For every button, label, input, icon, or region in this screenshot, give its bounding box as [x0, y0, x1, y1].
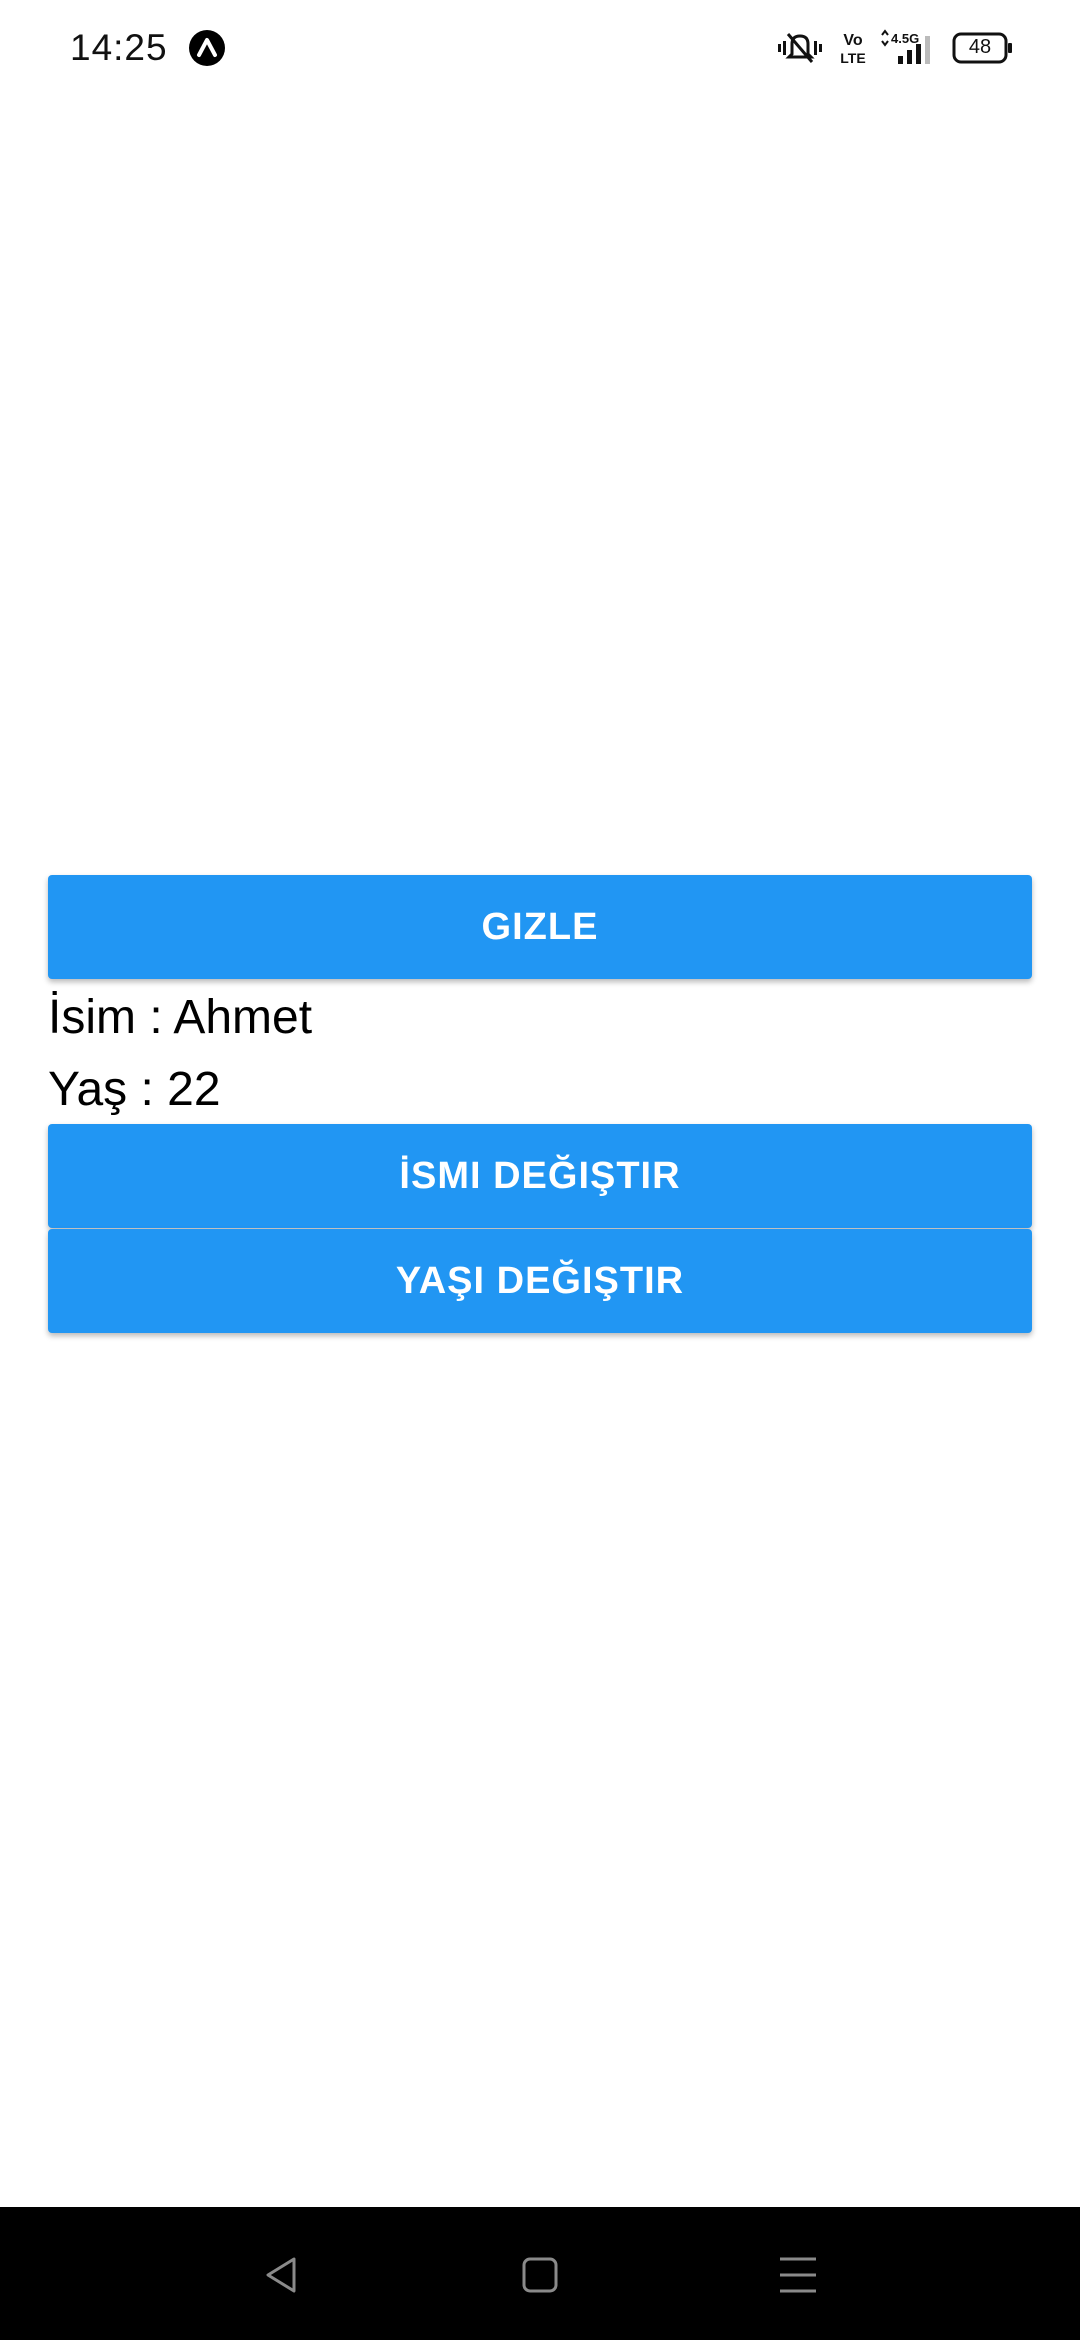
- svg-text:4.5G: 4.5G: [891, 31, 919, 46]
- hide-button[interactable]: GIZLE: [48, 875, 1032, 979]
- battery-level: 48: [968, 36, 992, 58]
- volte-icon: Vo LTE: [840, 32, 865, 66]
- back-icon[interactable]: [260, 2253, 304, 2297]
- navigation-bar: [0, 2207, 1080, 2340]
- change-age-button[interactable]: YAŞI DEĞIŞTIR: [48, 1229, 1032, 1333]
- home-icon[interactable]: [518, 2253, 562, 2297]
- name-text: İsim : Ahmet: [48, 991, 313, 1044]
- age-text: Yaş : 22: [48, 1063, 221, 1116]
- svg-text:Vo: Vo: [843, 32, 862, 49]
- vibrate-icon: [778, 33, 822, 63]
- hide-button-label: GIZLE: [481, 905, 599, 948]
- status-time: 14:25: [70, 27, 168, 68]
- change-name-button[interactable]: İSMI DEĞIŞTIR: [48, 1124, 1032, 1228]
- change-age-button-label: YAŞI DEĞIŞTIR: [395, 1259, 685, 1302]
- expo-icon: [189, 30, 225, 66]
- menu-icon[interactable]: [776, 2253, 820, 2297]
- svg-text:LTE: LTE: [840, 50, 865, 66]
- signal-icon: 4.5G: [881, 29, 930, 64]
- status-bar: 14:25 Vo LTE 4.5G 48: [0, 0, 1080, 96]
- change-name-button-label: İSMI DEĞIŞTIR: [399, 1154, 681, 1197]
